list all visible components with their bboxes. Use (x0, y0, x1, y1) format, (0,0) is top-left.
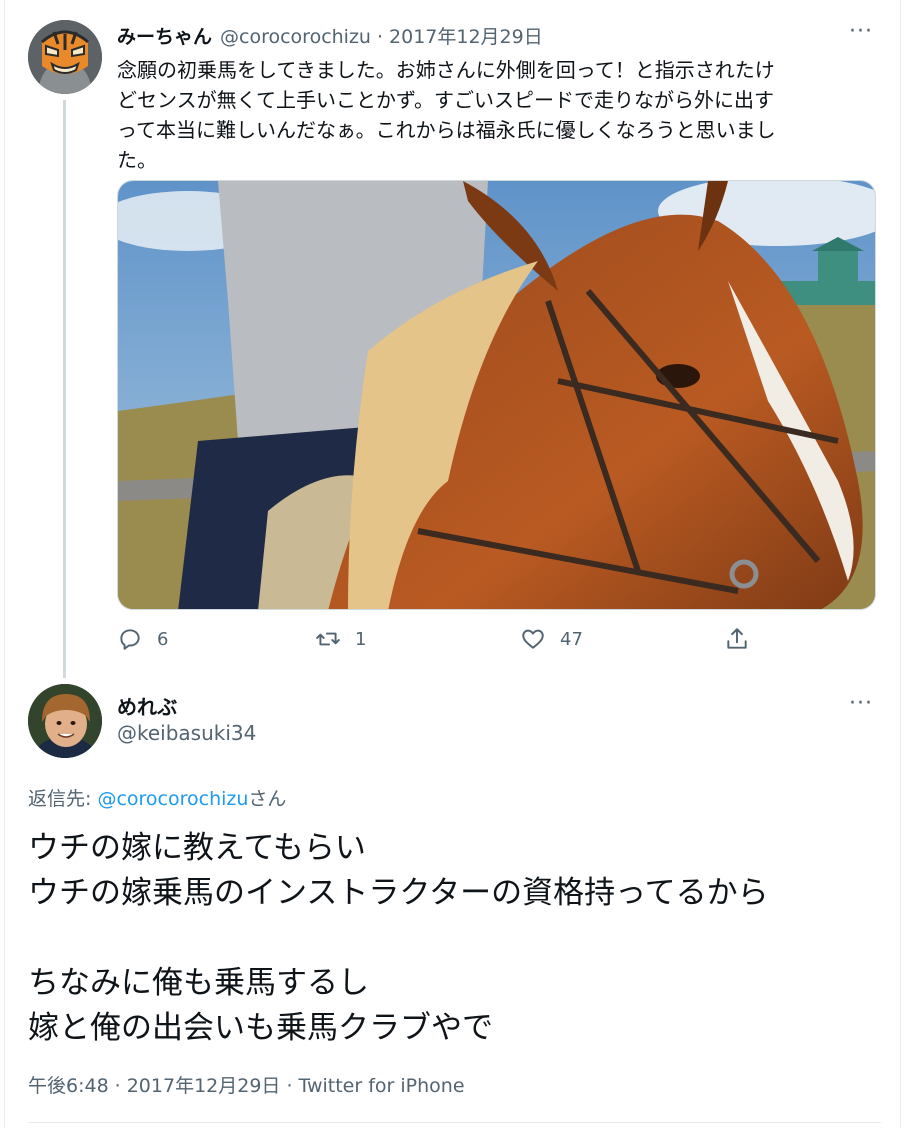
reply-count: 6 (157, 628, 169, 650)
tweet-actions: 6 1 47 (117, 626, 757, 656)
reply-text-line: ちなみに俺も乗馬するし (28, 965, 369, 1001)
meta-separator: · (114, 1075, 121, 1097)
like-count: 47 (560, 628, 583, 650)
divider (28, 1122, 881, 1123)
tweet-text-line: どセンスが無くて上手いことかず。すごいスピードで走りながら外に出す (117, 88, 774, 112)
reply-date[interactable]: 2017年12月29日 (127, 1075, 281, 1097)
more-icon[interactable]: ··· (849, 693, 873, 715)
reply-text-line: 嫁と俺の出会いも乗馬クラブやで (28, 1010, 493, 1046)
tweet-text-line: た。 (117, 148, 157, 172)
retweet-button[interactable]: 1 (315, 626, 366, 652)
meta-separator: · (286, 1075, 293, 1097)
tweet-header: みーちゃん @corocorochizu · 2017年12月29日 (117, 22, 543, 49)
like-button[interactable]: 47 (520, 626, 583, 652)
share-icon (727, 628, 747, 649)
author-avatar[interactable] (28, 20, 102, 94)
author-name[interactable]: みーちゃん (117, 26, 212, 48)
tweet-date[interactable]: 2017年12月29日 (389, 26, 543, 48)
retweet-count: 1 (355, 628, 367, 650)
reply-author-name[interactable]: めれぶ (117, 691, 177, 720)
replying-to-mention[interactable]: @corocorochizu (97, 788, 248, 810)
reply-button[interactable]: 6 (117, 626, 168, 652)
reply-text: ウチの嫁に教えてもらい ウチの嫁乗馬のインストラクターの資格持ってるから ちなみ… (28, 826, 888, 1051)
thread-connector-line (63, 100, 66, 678)
retweet-icon (316, 632, 340, 646)
tweet-photo[interactable] (117, 180, 876, 610)
header-separator: · (376, 26, 384, 48)
tweet-text-line: 念願の初乗馬をしてきました。お姉さんに外側を回って！と指示されたけ (117, 58, 775, 82)
reply-source[interactable]: Twitter for iPhone (298, 1075, 464, 1097)
reply-text-blank-line (28, 916, 888, 961)
reply-metadata: 午後6:48 · 2017年12月29日 · Twitter for iPhone (28, 1071, 465, 1098)
reply-text-line: ウチの嫁乗馬のインストラクターの資格持ってるから (28, 875, 769, 911)
tweet-text-line: って本当に難しいんだなぁ。これからは福永氏に優しくなろうと思いまし (117, 118, 776, 142)
more-icon[interactable]: ··· (849, 21, 873, 43)
reply-time[interactable]: 午後6:48 (28, 1075, 109, 1097)
reply-text-line: ウチの嫁に教えてもらい (28, 830, 366, 866)
replying-to: 返信先: @corocorochizuさん (28, 784, 286, 811)
heart-icon (522, 629, 544, 649)
replying-to-label: 返信先: (28, 788, 98, 810)
replying-to-suffix: さん (248, 788, 287, 810)
reply-author-handle[interactable]: @keibasuki34 (117, 721, 256, 745)
reply-icon (120, 629, 140, 650)
share-button[interactable] (724, 626, 764, 652)
tweet-text: 念願の初乗馬をしてきました。お姉さんに外側を回って！と指示されたけ どセンスが無… (117, 55, 877, 175)
reply-author-avatar[interactable] (28, 684, 102, 758)
author-handle[interactable]: @corocorochizu (220, 26, 371, 48)
